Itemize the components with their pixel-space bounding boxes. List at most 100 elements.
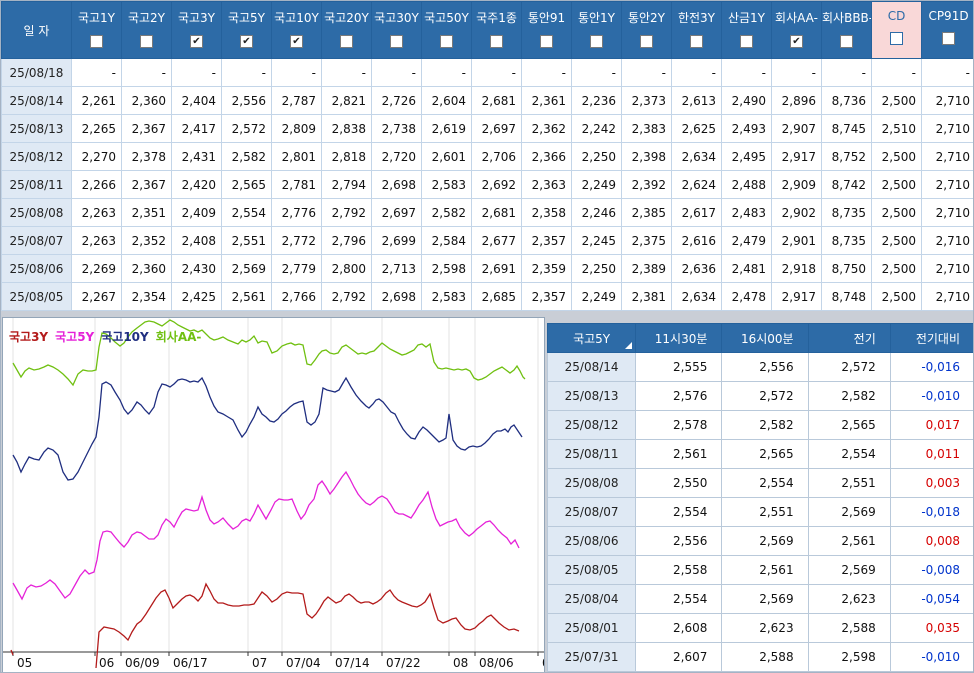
value-cell: 2,572: [221, 114, 272, 143]
value-cell: 2,584: [421, 226, 472, 255]
value-cell: 2,582: [807, 381, 891, 411]
column-header-corp-bbb[interactable]: 회사BBB-: [821, 1, 872, 59]
column-header-ktb-5y[interactable]: 국고5Y ✔: [221, 1, 272, 59]
column-checkbox-ktb-30y[interactable]: [390, 35, 403, 48]
value-cell: 2,616: [671, 226, 722, 255]
column-header-kophous-1[interactable]: 국주1종: [471, 1, 522, 59]
column-header-msb-91[interactable]: 통안91: [521, 1, 572, 59]
value-cell: 8,735: [821, 198, 872, 227]
column-header-corp-aa[interactable]: 회사AA- ✔: [771, 1, 822, 59]
value-cell: -: [921, 58, 973, 87]
value-cell: 2,909: [771, 170, 822, 199]
value-cell: 2,809: [271, 114, 322, 143]
value-cell: 2,500: [871, 170, 922, 199]
value-cell: 2,351: [121, 198, 172, 227]
value-cell: 2,918: [771, 254, 822, 283]
column-header-ktb-50y[interactable]: 국고50Y: [421, 1, 472, 59]
column-header-kdb-1y[interactable]: 산금1Y: [721, 1, 772, 59]
column-checkbox-ktb-10y[interactable]: ✔: [290, 35, 303, 48]
column-checkbox-ktb-20y[interactable]: [340, 35, 353, 48]
column-header-kepco-3y[interactable]: 한전3Y: [671, 1, 722, 59]
column-header-ktb-20y[interactable]: 국고20Y: [321, 1, 372, 59]
value-cell: 2,588: [721, 642, 809, 672]
change-cell: 0,035: [889, 613, 973, 643]
column-header-msb-1y[interactable]: 통안1Y: [571, 1, 622, 59]
value-cell: 2,710: [921, 170, 973, 199]
value-cell: 2,569: [721, 526, 809, 556]
column-checkbox-msb-2y[interactable]: [640, 35, 653, 48]
value-cell: 2,409: [171, 198, 222, 227]
value-cell: 2,907: [771, 114, 822, 143]
column-checkbox-kepco-3y[interactable]: [690, 35, 703, 48]
value-cell: 2,249: [571, 170, 622, 199]
value-cell: 2,582: [221, 142, 272, 171]
column-header-msb-2y[interactable]: 통안2Y: [621, 1, 672, 59]
chart-tick-label: 06: [99, 656, 114, 670]
value-cell: 2,554: [221, 198, 272, 227]
column-label-corp-aa: 회사AA-: [775, 11, 818, 25]
column-label-ktb-10y: 국고10Y: [274, 11, 319, 25]
value-cell: 2,792: [321, 282, 372, 311]
column-checkbox-msb-1y[interactable]: [590, 35, 603, 48]
value-cell: 2,634: [671, 282, 722, 311]
column-checkbox-msb-91[interactable]: [540, 35, 553, 48]
value-cell: 2,495: [721, 142, 772, 171]
column-checkbox-cd[interactable]: [890, 32, 903, 45]
detail-sort-header[interactable]: 국고5Y: [546, 323, 637, 353]
column-checkbox-ktb-1y[interactable]: [90, 35, 103, 48]
change-cell: 0,011: [889, 439, 973, 469]
value-cell: 2,617: [671, 198, 722, 227]
column-header-cp-91d[interactable]: CP91D: [921, 1, 973, 59]
date-column-header: 일 자: [1, 1, 72, 59]
value-cell: 2,697: [371, 198, 422, 227]
value-cell: 2,246: [571, 198, 622, 227]
value-cell: 2,408: [171, 226, 222, 255]
value-cell: 2,556: [721, 352, 809, 382]
value-cell: 2,249: [571, 282, 622, 311]
value-cell: 2,710: [921, 142, 973, 171]
column-checkbox-ktb-5y[interactable]: ✔: [240, 35, 253, 48]
column-checkbox-corp-aa[interactable]: ✔: [790, 35, 803, 48]
column-header-ktb-1y[interactable]: 국고1Y: [71, 1, 122, 59]
value-cell: 2,375: [621, 226, 672, 255]
column-header-cd[interactable]: CD: [871, 1, 922, 59]
value-cell: 2,500: [871, 226, 922, 255]
column-header-ktb-30y[interactable]: 국고30Y: [371, 1, 422, 59]
value-cell: 2,367: [121, 114, 172, 143]
column-checkbox-ktb-3y[interactable]: ✔: [190, 35, 203, 48]
change-cell: -0,018: [889, 497, 973, 527]
column-header-ktb-10y[interactable]: 국고10Y ✔: [271, 1, 322, 59]
column-label-kdb-1y: 산금1Y: [727, 11, 766, 25]
value-cell: 8,745: [821, 114, 872, 143]
value-cell: 2,697: [471, 114, 522, 143]
date-cell: 25/08/07: [1, 226, 72, 255]
date-cell: 25/08/12: [546, 410, 637, 440]
change-cell: 0,008: [889, 526, 973, 556]
value-cell: -: [471, 58, 522, 87]
column-header-ktb-3y[interactable]: 국고3Y ✔: [171, 1, 222, 59]
value-cell: 2,699: [371, 226, 422, 255]
column-checkbox-ktb-50y[interactable]: [440, 35, 453, 48]
value-cell: 2,677: [471, 226, 522, 255]
table-row: 25/08/01 2,608 2,623 2,588 0,035: [546, 613, 973, 643]
value-cell: -: [121, 58, 172, 87]
column-checkbox-kdb-1y[interactable]: [740, 35, 753, 48]
value-cell: -: [421, 58, 472, 87]
value-cell: 2,270: [71, 142, 122, 171]
value-cell: 2,363: [521, 170, 572, 199]
column-header-ktb-2y[interactable]: 국고2Y: [121, 1, 172, 59]
date-cell: 25/08/06: [546, 526, 637, 556]
value-cell: 2,561: [721, 555, 809, 585]
column-checkbox-cp-91d[interactable]: [942, 32, 955, 45]
column-checkbox-corp-bbb[interactable]: [840, 35, 853, 48]
value-cell: 2,801: [271, 142, 322, 171]
column-checkbox-ktb-2y[interactable]: [140, 35, 153, 48]
column-checkbox-kophous-1[interactable]: [490, 35, 503, 48]
table-row: 25/07/31 2,607 2,588 2,598 -0,010: [546, 642, 973, 672]
value-cell: 2,710: [921, 226, 973, 255]
value-cell: 2,623: [807, 584, 891, 614]
column-label-msb-1y: 통안1Y: [577, 11, 616, 25]
value-cell: 2,500: [871, 86, 922, 115]
detail-header-label: 국고5Y: [573, 331, 611, 346]
value-cell: 2,636: [671, 254, 722, 283]
